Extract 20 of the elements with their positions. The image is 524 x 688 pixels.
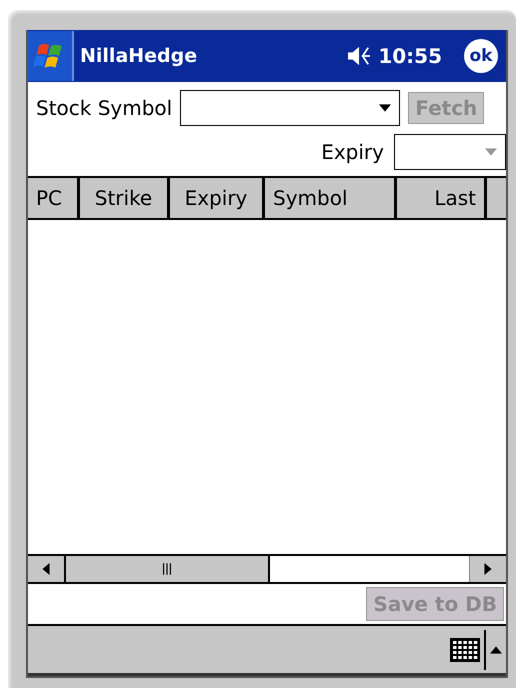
- windows-flag-icon[interactable]: [28, 31, 74, 81]
- up-arrow-icon[interactable]: [490, 646, 502, 654]
- stock-symbol-label: Stock Symbol: [36, 96, 172, 120]
- speaker-icon[interactable]: [346, 45, 372, 67]
- grip-icon: [163, 563, 171, 575]
- scroll-thumb[interactable]: [66, 556, 270, 582]
- horizontal-scrollbar[interactable]: [28, 554, 506, 584]
- stock-symbol-dropdown[interactable]: [180, 90, 400, 126]
- keyboard-icon[interactable]: [450, 638, 480, 662]
- clock-time: 10:55: [378, 44, 442, 68]
- caret-icon: [485, 148, 497, 156]
- expiry-label: Expiry: [321, 140, 384, 164]
- expiry-dropdown[interactable]: [394, 134, 506, 170]
- ok-button[interactable]: ok: [464, 39, 498, 73]
- window-title: NillaHedge: [80, 45, 198, 67]
- right-arrow-icon: [484, 563, 492, 575]
- left-arrow-icon: [42, 563, 50, 575]
- scroll-right-button[interactable]: [469, 556, 506, 582]
- caret-icon: [379, 104, 392, 112]
- scroll-left-button[interactable]: [28, 556, 66, 582]
